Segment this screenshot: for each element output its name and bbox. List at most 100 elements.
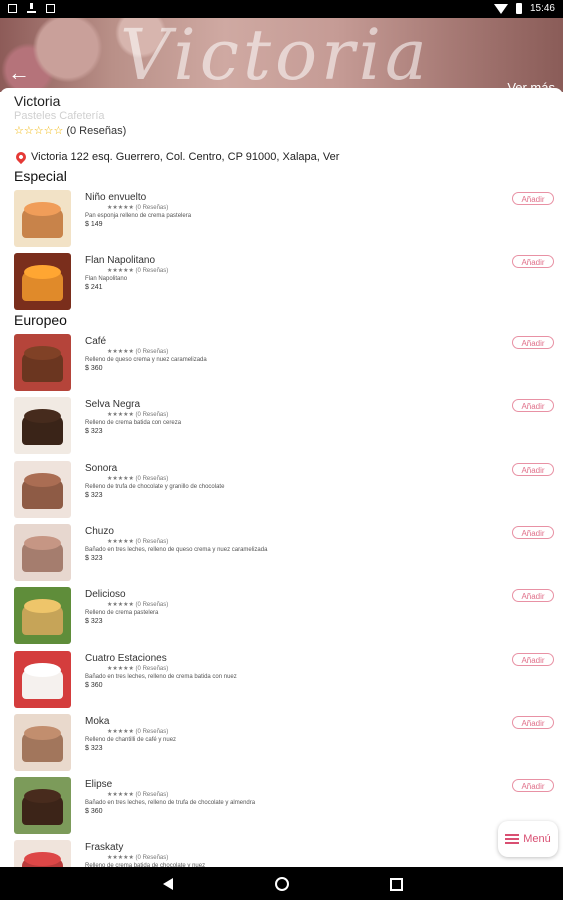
nav-recents-icon[interactable] [390,878,403,891]
add-button[interactable]: Añadir [512,652,554,666]
menu-item[interactable]: Moka ★★★★★ (0 Reseñas) Relleno de chantill… [14,713,554,772]
product-image [14,460,71,518]
reviews-count: (0 Reseñas) [66,124,127,137]
product-description: Bañado en tres leches, relleno de queso … [85,546,268,553]
hero-script-text: Victoria [120,18,431,92]
product-rating: ★★★★★ (0 Reseñas) [107,855,169,862]
product-image [14,190,71,247]
menu-button-label: Menú [523,833,551,845]
store-address: Victoria 122 esq. Guerrero, Col. Centro,… [13,149,340,165]
menu-item[interactable]: Elipse ★★★★★ (0 Reseñas) Bañado en tres le… [14,777,554,835]
product-name: Flan Napolitano [85,255,156,267]
menu-item[interactable]: Delicioso ★★★★★ (0 Reseñas) Relleno de cre… [14,587,554,645]
add-button[interactable]: Añadir [512,336,554,349]
nav-home-icon[interactable] [275,877,289,891]
product-description: Relleno de trufa de chocolate y granillo… [85,483,225,490]
arrow-left-icon: ← [8,60,30,85]
menu-item[interactable]: Cuatro Estaciones ★★★★★ (0 Reseñas) Bañado… [14,650,554,709]
product-description: Pan esponja relleno de crema pastelera [85,213,192,219]
add-button[interactable]: Añadir [512,589,554,603]
product-rating: ★★★★★ (0 Reseñas) [107,665,169,672]
product-name: Fraskaty [85,842,124,854]
add-button[interactable]: Añadir [512,255,554,269]
product-image [14,523,71,581]
add-button[interactable]: Añadir [512,525,554,539]
product-price: $ 360 [85,365,103,372]
battery-icon [515,3,522,14]
product-price: $ 323 [85,618,103,626]
product-description: Bañado en tres leches, relleno de trufa … [85,800,256,807]
screenshot-icon [8,3,17,13]
cake-top [24,202,61,216]
menu-item[interactable]: Café ★★★★★ (0 Reseñas) Relleno de queso cr… [14,334,554,392]
product-rating: ★★★★★ (0 Reseñas) [107,792,169,799]
product-description: Bañado en tres leches, relleno de crema … [85,673,237,680]
menu-item[interactable]: Sonora ★★★★★ (0 Reseñas) Relleno de trufa … [14,460,554,519]
category-heading: Especial [14,168,67,184]
hero-banner: Victoria ← Ver más [0,18,563,92]
store-category: Pasteles Cafetería [14,110,105,122]
product-name: Elipse [85,779,113,791]
product-image [14,587,71,645]
product-image [14,397,71,455]
store-name: Victoria [14,93,61,109]
add-button[interactable]: Añadir [512,192,554,205]
product-description: Relleno de queso crema y nuez carameliza… [85,357,207,363]
product-description: Flan Napolitano [85,276,128,283]
product-image [14,777,71,835]
menu-item[interactable]: Flan Napolitano ★★★★★ (0 Reseñas) Flan Nap… [14,253,554,311]
product-name: Chuzo [85,525,114,537]
product-name: Cuatro Estaciones [85,652,167,664]
address-text: Victoria 122 esq. Guerrero, Col. Centro,… [31,151,340,163]
menu-item[interactable]: Chuzo ★★★★★ (0 Reseñas) Bañado en tres lec… [14,523,554,582]
product-description: Relleno de chantilli de café y nuez [85,736,177,743]
nav-back-icon[interactable] [163,878,173,890]
product-name: Selva Negra [85,399,141,411]
cake-top [24,346,61,360]
add-button[interactable]: Añadir [512,462,554,476]
cake-top [24,472,61,487]
cake-top [24,662,61,677]
product-rating: ★★★★★ (0 Reseñas) [107,728,169,735]
product-price: $ 360 [85,808,103,816]
product-price: $ 323 [85,428,103,436]
product-name: Delicioso [85,589,126,601]
product-name: Café [85,336,107,347]
product-price: $ 323 [85,744,103,752]
list-icon [505,834,520,844]
status-time: 15:46 [529,3,555,14]
location-pin-icon [13,149,29,165]
menu-button[interactable]: Menú [498,821,558,857]
store-sheet: Victoria Pasteles Cafetería ☆☆☆☆☆ (0 Res… [0,88,563,867]
sd-card-icon [46,3,55,13]
product-price: $ 149 [85,221,103,228]
menu-item[interactable]: Selva Negra ★★★★★ (0 Reseñas) Relleno de c… [14,397,554,455]
status-bar: 15:46 [0,0,563,18]
product-name: Sonora [85,462,118,474]
product-rating: ★★★★★ (0 Reseñas) [107,205,169,211]
menu-item[interactable]: Fraskaty ★★★★★ (0 Reseñas) Relleno de crem… [14,840,554,867]
product-name: Moka [85,715,110,727]
add-button[interactable]: Añadir [512,399,554,413]
cake-top [24,535,61,550]
product-price: $ 360 [85,681,103,689]
rating-stars: ☆☆☆☆☆ [14,125,64,137]
download-icon [27,3,36,13]
product-rating: ★★★★★ (0 Reseñas) [107,412,169,419]
back-button[interactable]: ← [8,62,32,86]
product-image [14,334,71,391]
add-button[interactable]: Añadir [512,779,554,793]
menu-item[interactable]: Niño envuelto ★★★★★ (0 Reseñas) Pan esponj… [14,190,554,248]
product-price: $ 241 [85,284,103,292]
product-image [14,713,71,771]
product-rating: ★★★★★ (0 Reseñas) [107,349,169,355]
add-button[interactable]: Añadir [512,715,554,729]
product-rating: ★★★★★ (0 Reseñas) [107,268,169,275]
product-rating: ★★★★★ (0 Reseñas) [107,538,169,545]
product-rating: ★★★★★ (0 Reseñas) [107,602,169,609]
product-image [14,650,71,708]
product-image [14,253,71,311]
product-price: $ 323 [85,491,103,499]
wifi-icon [493,3,508,14]
store-rating: ☆☆☆☆☆ (0 Reseñas) [14,124,127,138]
